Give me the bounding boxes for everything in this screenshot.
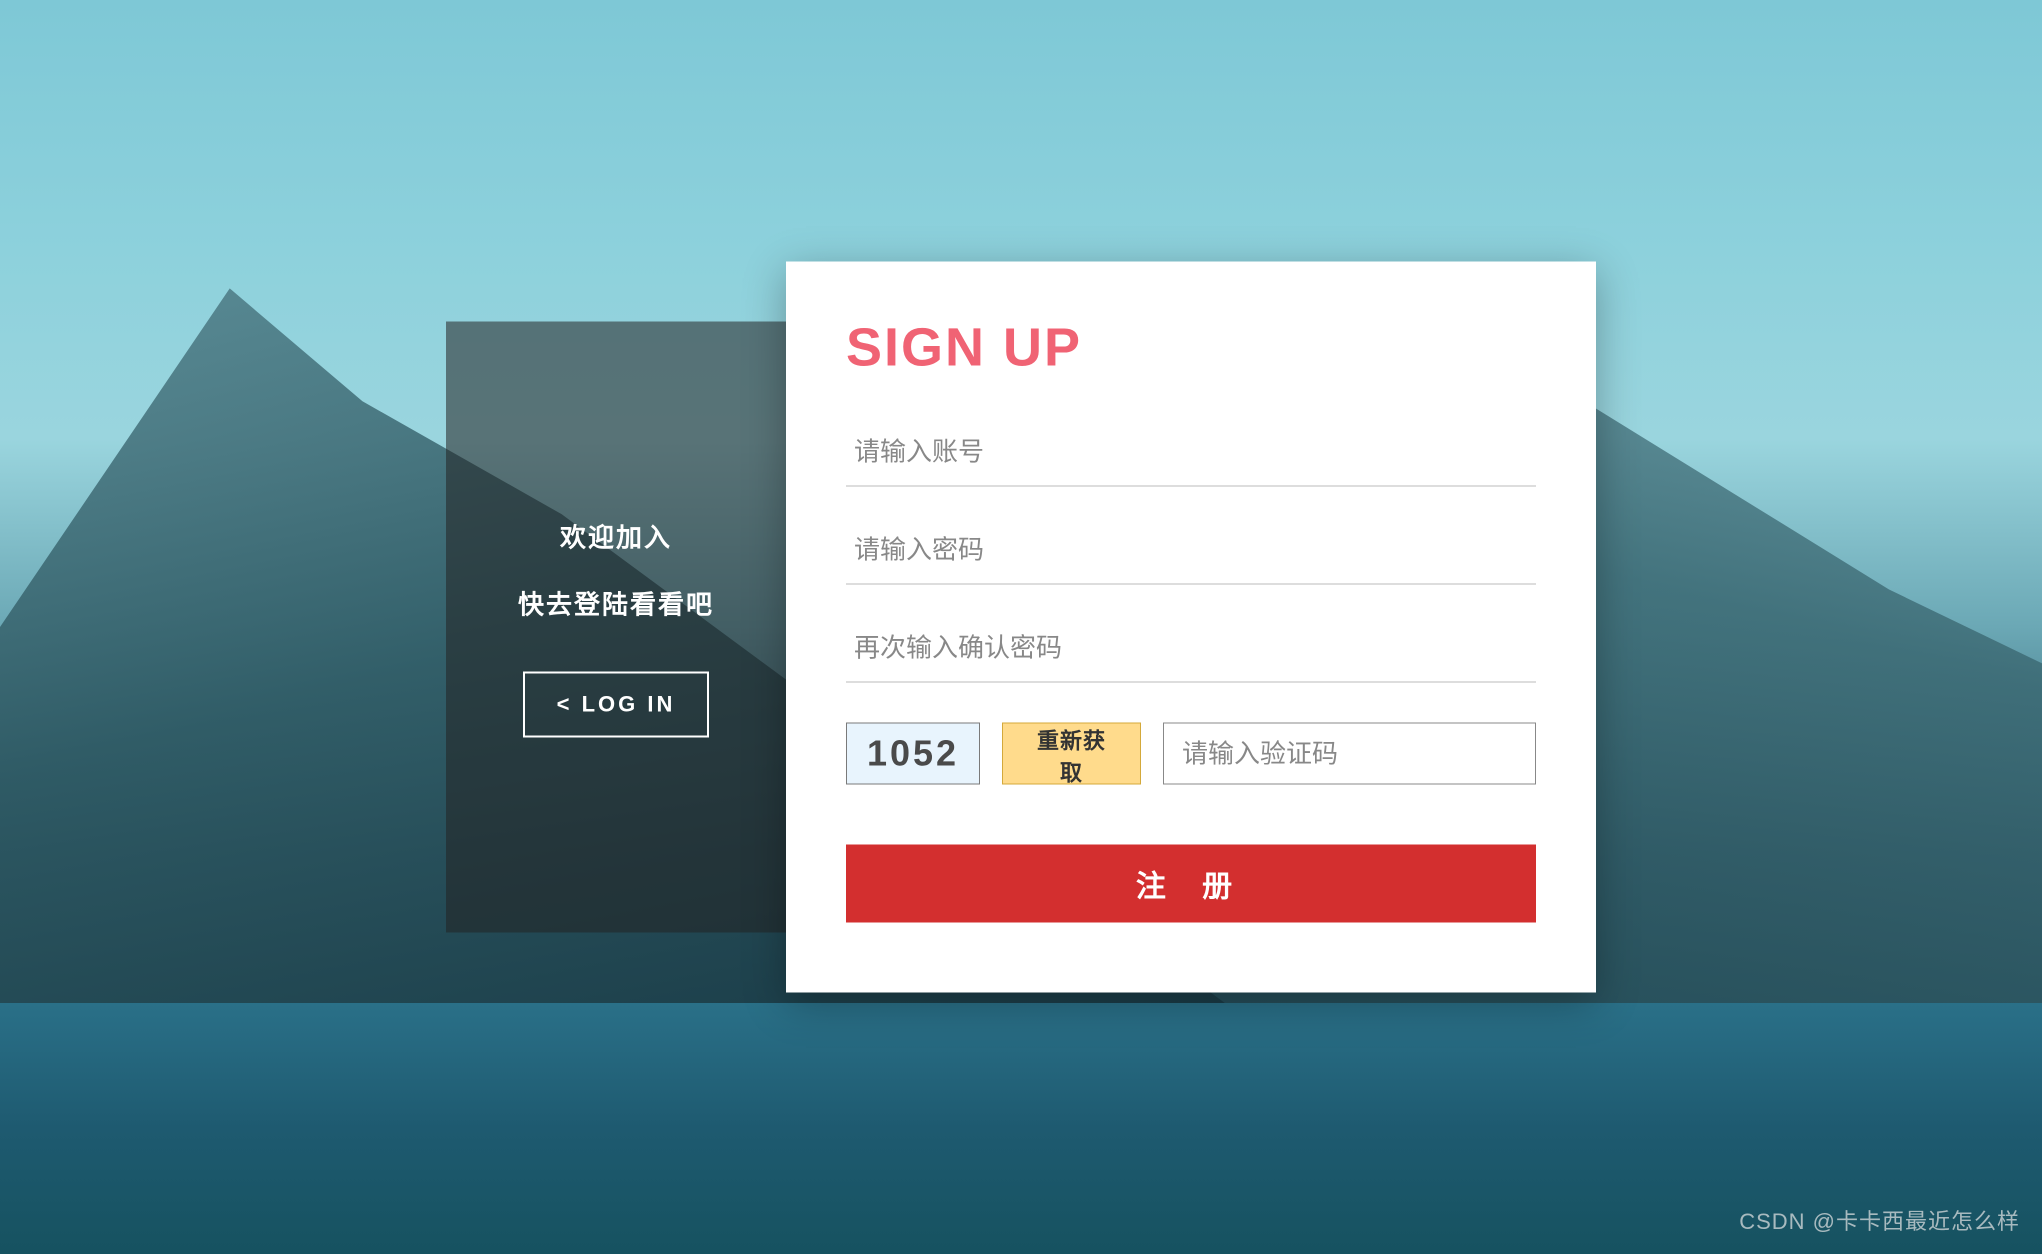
confirm-password-input[interactable] xyxy=(846,615,1536,683)
watermark-text: CSDN @卡卡西最近怎么样 xyxy=(1739,1204,2020,1236)
auth-container: 欢迎加入 快去登陆看看吧 < LOG IN SIGN UP 1052 重新获取 … xyxy=(446,262,1596,993)
captcha-code-display: 1052 xyxy=(846,723,980,785)
password-input[interactable] xyxy=(846,517,1536,585)
account-input[interactable] xyxy=(846,419,1536,487)
signup-submit-button[interactable]: 注 册 xyxy=(846,845,1536,923)
welcome-subtitle: 快去登陆看看吧 xyxy=(518,584,714,621)
water-decoration xyxy=(0,1003,2042,1254)
welcome-title: 欢迎加入 xyxy=(560,517,672,554)
login-side-panel: 欢迎加入 快去登陆看看吧 < LOG IN xyxy=(446,322,786,933)
signup-title: SIGN UP xyxy=(846,317,1536,379)
login-button[interactable]: < LOG IN xyxy=(523,671,710,737)
signup-form-panel: SIGN UP 1052 重新获取 注 册 xyxy=(786,262,1596,993)
captcha-row: 1052 重新获取 xyxy=(846,723,1536,785)
captcha-refresh-button[interactable]: 重新获取 xyxy=(1002,723,1141,785)
captcha-input[interactable] xyxy=(1163,723,1536,785)
